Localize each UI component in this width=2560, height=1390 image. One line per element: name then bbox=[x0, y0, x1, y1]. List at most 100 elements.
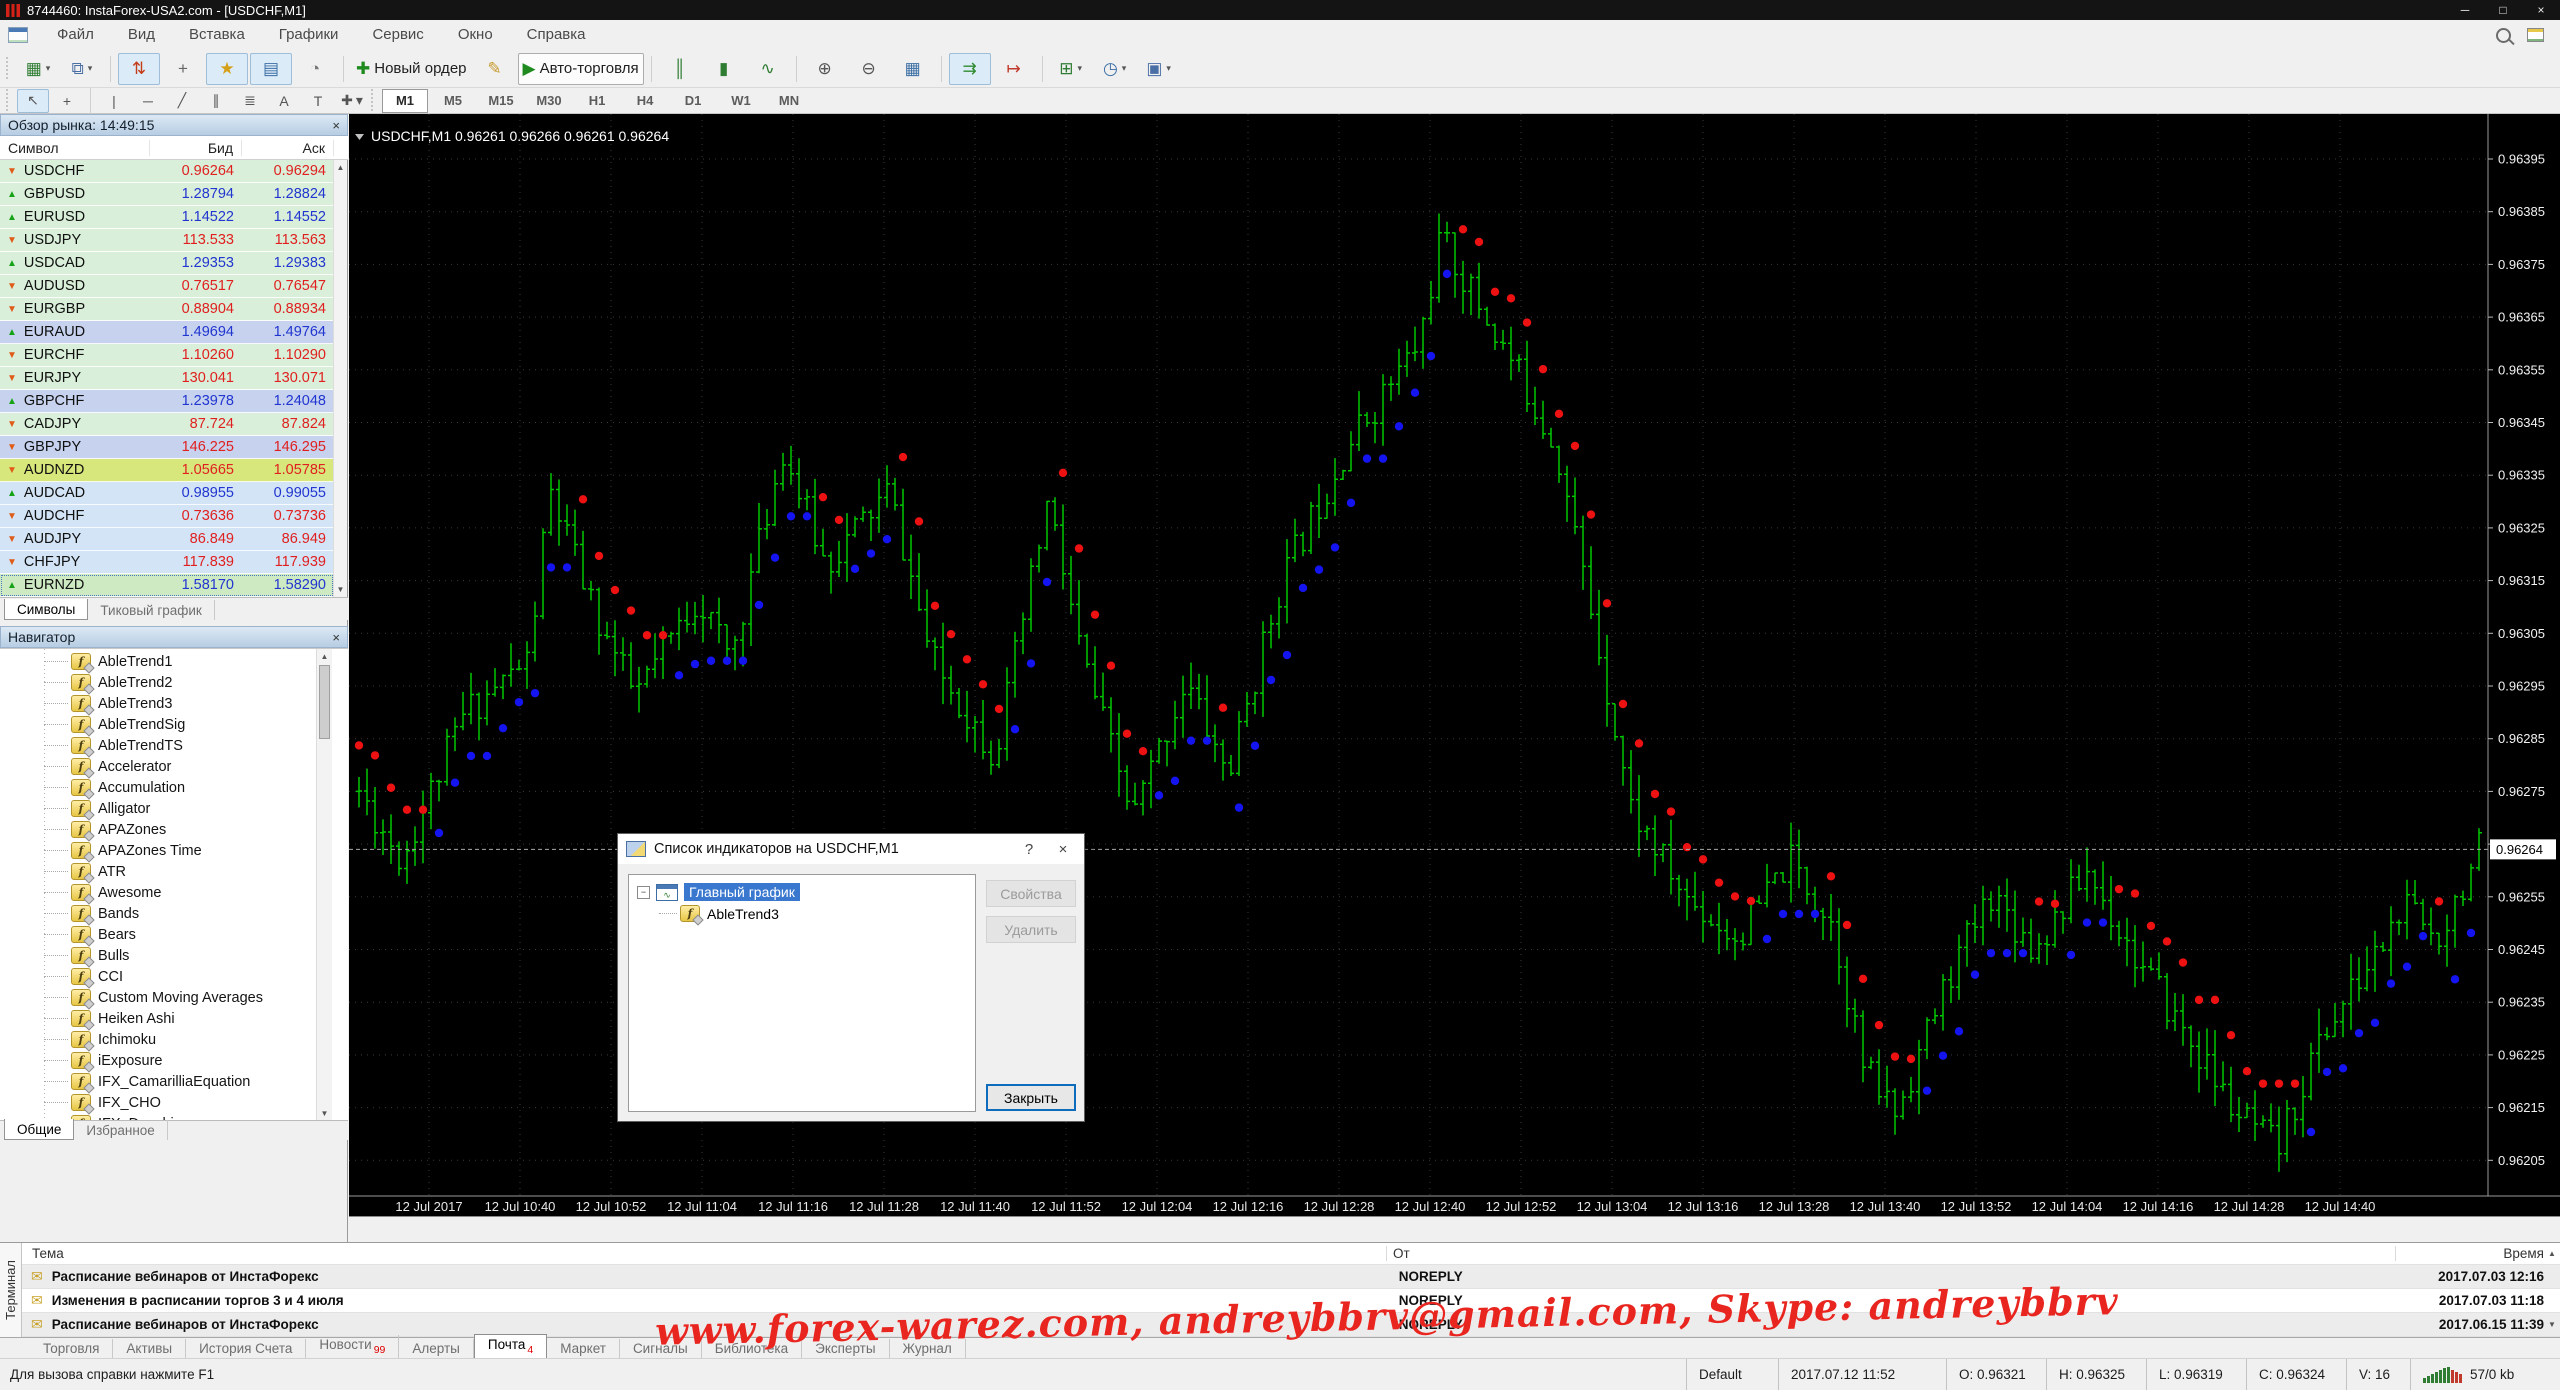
navigator-item[interactable]: fAbleTrend3 bbox=[0, 693, 330, 714]
periods-button[interactable]: ◷▾ bbox=[1094, 53, 1136, 85]
menu-file[interactable]: Файл bbox=[40, 20, 111, 50]
market-watch-row-eurnzd[interactable]: ▲EURNZD1.581701.58290 bbox=[0, 574, 334, 597]
dialog-close-icon[interactable]: × bbox=[1046, 841, 1080, 858]
tab-favorites[interactable]: Избранное bbox=[74, 1120, 167, 1140]
tab-account-history[interactable]: История Счета bbox=[186, 1339, 306, 1359]
delete-button[interactable]: Удалить bbox=[986, 916, 1076, 943]
tab-assets[interactable]: Активы bbox=[113, 1339, 186, 1359]
column-ask[interactable]: Аск bbox=[242, 140, 334, 156]
cursor-button[interactable]: ↖ bbox=[17, 89, 49, 113]
column-from[interactable]: От bbox=[1386, 1246, 2395, 1261]
market-watch-row-audchf[interactable]: ▼AUDCHF0.736360.73736 bbox=[0, 505, 334, 528]
timeframe-h1[interactable]: H1 bbox=[574, 89, 620, 113]
auto-scroll-button[interactable]: ⇉ bbox=[949, 53, 991, 85]
navigator-item[interactable]: fCCI bbox=[0, 966, 330, 987]
navigator-item[interactable]: fAwesome bbox=[0, 882, 330, 903]
market-watch-row-eurjpy[interactable]: ▼EURJPY130.041130.071 bbox=[0, 367, 334, 390]
navigator-item[interactable]: fCustom Moving Averages bbox=[0, 987, 330, 1008]
timeframe-m1[interactable]: M1 bbox=[382, 89, 428, 113]
chart-settings-icon[interactable] bbox=[2527, 28, 2544, 42]
market-watch-toggle-button[interactable]: ⇅ bbox=[118, 53, 160, 85]
toolbar-grip[interactable] bbox=[6, 57, 11, 81]
properties-button[interactable]: Свойства bbox=[986, 880, 1076, 907]
navigator-item[interactable]: fHeiken Ashi bbox=[0, 1008, 330, 1029]
chart-shift-button[interactable]: ↦ bbox=[993, 53, 1035, 85]
navigator-item[interactable]: fIchimoku bbox=[0, 1029, 330, 1050]
market-watch-row-audnzd[interactable]: ▼AUDNZD1.056651.05785 bbox=[0, 459, 334, 482]
zoom-in-button[interactable]: ⊕ bbox=[804, 53, 846, 85]
minimize-button[interactable]: ─ bbox=[2446, 0, 2484, 20]
tree-child-label[interactable]: AbleTrend3 bbox=[707, 906, 779, 922]
templates-button[interactable]: ▣▾ bbox=[1138, 53, 1180, 85]
tab-tick-chart[interactable]: Тиковый график bbox=[88, 600, 214, 620]
navigator-item[interactable]: fIFX_CamarilliaEquation bbox=[0, 1071, 330, 1092]
chart-line-button[interactable]: ∿ bbox=[747, 53, 789, 85]
menu-view[interactable]: Вид bbox=[111, 20, 172, 50]
menu-window[interactable]: Окно bbox=[441, 20, 510, 50]
tab-alerts[interactable]: Алерты bbox=[399, 1339, 474, 1359]
tab-common[interactable]: Общие bbox=[4, 1119, 74, 1140]
toolbar-grip[interactable] bbox=[371, 89, 376, 113]
navigator-scrollbar[interactable]: ▲ ▼ bbox=[316, 649, 332, 1120]
tab-symbols[interactable]: Символы bbox=[4, 599, 88, 620]
market-watch-scrollbar[interactable]: ▲ ▼ bbox=[333, 160, 347, 597]
navigator-item[interactable]: fAbleTrend2 bbox=[0, 672, 330, 693]
navigator-item[interactable]: fBears bbox=[0, 924, 330, 945]
market-watch-row-gbpusd[interactable]: ▲GBPUSD1.287941.28824 bbox=[0, 183, 334, 206]
timeframe-m5[interactable]: M5 bbox=[430, 89, 476, 113]
navigator-item[interactable]: fAlligator bbox=[0, 798, 330, 819]
column-bid[interactable]: Бид bbox=[150, 140, 242, 156]
terminal-toggle-button[interactable]: ▤ bbox=[250, 53, 292, 85]
menu-service[interactable]: Сервис bbox=[355, 20, 440, 50]
restore-button[interactable]: □ bbox=[2484, 0, 2522, 20]
tab-experts[interactable]: Эксперты bbox=[802, 1339, 889, 1359]
navigator-item[interactable]: fBulls bbox=[0, 945, 330, 966]
indicators-list-button[interactable]: ⊞▾ bbox=[1050, 53, 1092, 85]
mail-row[interactable]: ✉Изменения в расписании торгов 3 и 4 июл… bbox=[22, 1289, 2560, 1313]
market-watch-close-icon[interactable]: × bbox=[332, 118, 340, 133]
timeframe-h4[interactable]: H4 bbox=[622, 89, 668, 113]
navigator-item[interactable]: fAPAZones Time bbox=[0, 840, 330, 861]
toolbar-grip[interactable] bbox=[6, 89, 11, 113]
navigator-item[interactable]: fAccumulation bbox=[0, 777, 330, 798]
navigator-item[interactable]: fBands bbox=[0, 903, 330, 924]
market-watch-row-audcad[interactable]: ▲AUDCAD0.989550.99055 bbox=[0, 482, 334, 505]
menu-charts[interactable]: Графики bbox=[262, 20, 356, 50]
zoom-out-button[interactable]: ⊖ bbox=[848, 53, 890, 85]
tab-news[interactable]: Новости99 bbox=[306, 1335, 399, 1359]
tree-child-row[interactable]: f AbleTrend3 bbox=[659, 905, 975, 922]
auto-trading-button[interactable]: ▶Авто-торговля bbox=[518, 53, 644, 85]
timeframe-mn[interactable]: MN bbox=[766, 89, 812, 113]
new-chart-button[interactable]: ▦▾ bbox=[17, 53, 59, 85]
tab-trade[interactable]: Торговля bbox=[30, 1339, 113, 1359]
scroll-down-icon[interactable]: ▼ bbox=[317, 1106, 332, 1120]
market-watch-row-cadjpy[interactable]: ▼CADJPY87.72487.824 bbox=[0, 413, 334, 436]
mail-row[interactable]: ✉Расписание вебинаров от ИнстаФорексNORE… bbox=[22, 1313, 2560, 1337]
market-watch-row-eurchf[interactable]: ▼EURCHF1.102601.10290 bbox=[0, 344, 334, 367]
chart-candles-button[interactable]: ▮ bbox=[703, 53, 745, 85]
navigator-item[interactable]: fAbleTrendSig bbox=[0, 714, 330, 735]
market-watch-row-chfjpy[interactable]: ▼CHFJPY117.839117.939 bbox=[0, 551, 334, 574]
new-order-button[interactable]: ✚Новый ордер bbox=[351, 53, 472, 85]
tile-windows-button[interactable]: ▦ bbox=[892, 53, 934, 85]
timeframe-m30[interactable]: M30 bbox=[526, 89, 572, 113]
dialog-title-bar[interactable]: Список индикаторов на USDCHF,M1 ? × bbox=[618, 834, 1084, 864]
equidistant-channel-button[interactable]: ∥ bbox=[200, 89, 232, 113]
scrollbar-thumb[interactable] bbox=[319, 665, 330, 739]
navigator-item[interactable]: fiExposure bbox=[0, 1050, 330, 1071]
market-watch-row-eurusd[interactable]: ▲EURUSD1.145221.14552 bbox=[0, 206, 334, 229]
column-symbol[interactable]: Символ bbox=[0, 140, 150, 156]
navigator-item[interactable]: fAbleTrendTS bbox=[0, 735, 330, 756]
tree-root-label[interactable]: Главный график bbox=[684, 883, 800, 901]
indicators-tree[interactable]: − ∿ Главный график f AbleTrend3 bbox=[628, 874, 976, 1112]
timeframe-m15[interactable]: M15 bbox=[478, 89, 524, 113]
search-icon[interactable] bbox=[2496, 28, 2511, 43]
strategy-tester-button[interactable]: ◔ bbox=[294, 53, 336, 85]
dialog-help-button[interactable]: ? bbox=[1012, 841, 1046, 858]
metaeditor-button[interactable]: ✎ bbox=[474, 53, 516, 85]
fibonacci-button[interactable]: ≣ bbox=[234, 89, 266, 113]
scroll-up-icon[interactable]: ▲ bbox=[2544, 1249, 2560, 1258]
text-button[interactable]: A bbox=[268, 89, 300, 113]
scroll-up-icon[interactable]: ▲ bbox=[334, 160, 347, 175]
market-watch-row-usdcad[interactable]: ▲USDCAD1.293531.29383 bbox=[0, 252, 334, 275]
